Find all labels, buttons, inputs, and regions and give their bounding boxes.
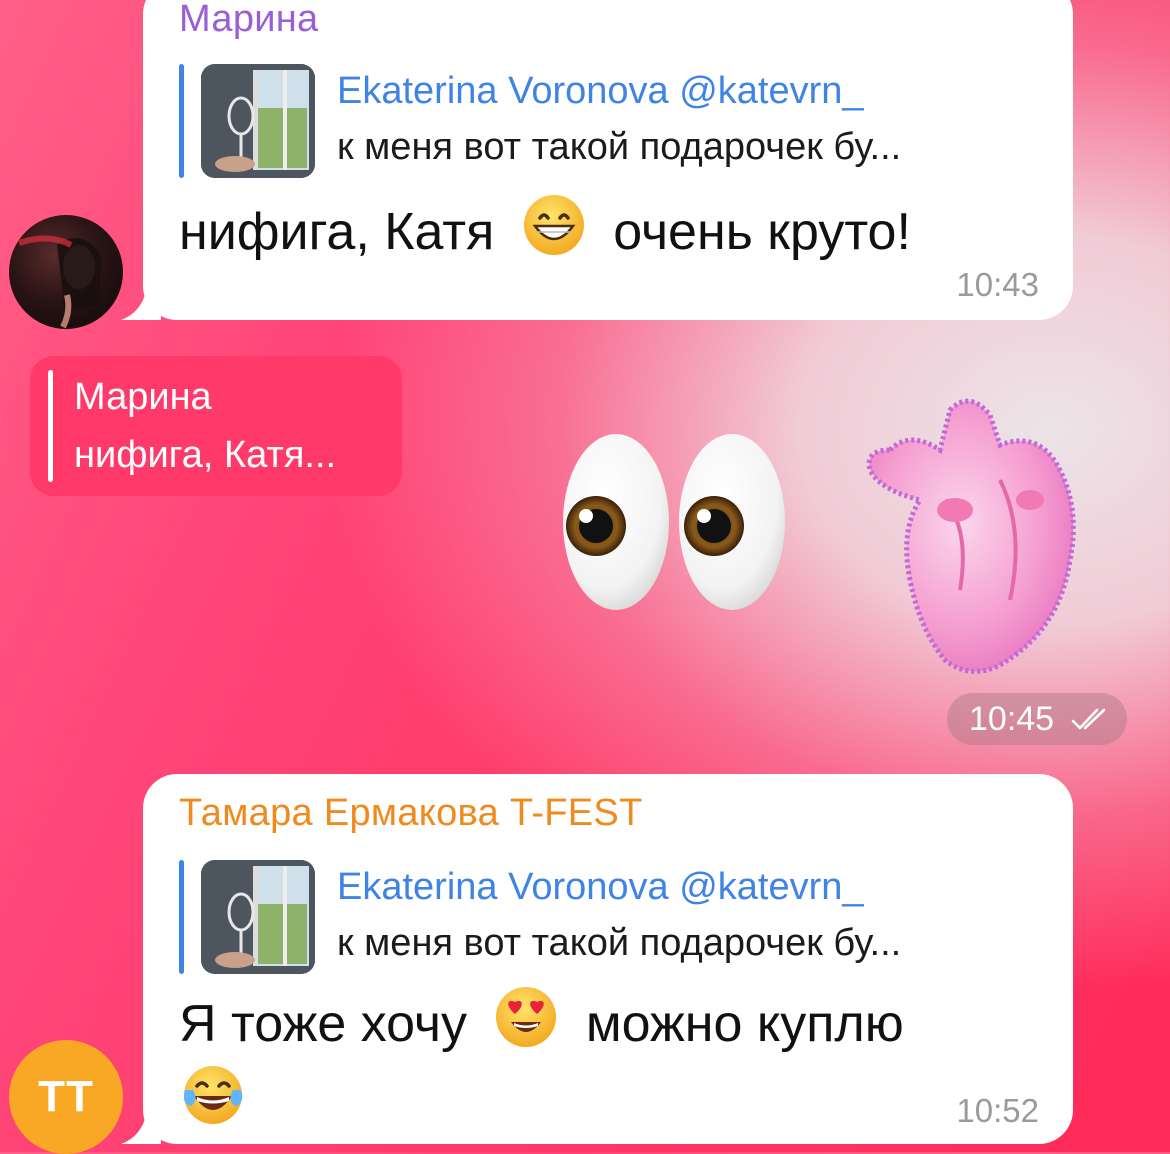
bubble-tail [121,286,161,320]
grinning-face-emoji [523,194,585,269]
message-text-part1: нифига, Катя [179,203,495,262]
message-time: 10:43 [956,266,1039,303]
reply-chip[interactable]: Марина нифига, Катя... [30,356,402,496]
avatar-tamara[interactable]: ТТ [9,1040,123,1154]
eyes-sticker[interactable] [560,430,800,615]
message-text-part2: очень круто! [613,203,911,262]
eyes-icon [563,434,785,610]
reply-thumbnail [201,64,315,178]
message-time: 10:52 [956,1092,1039,1129]
avatar-marina[interactable] [9,215,123,329]
reply-text: к меня вот такой подарочек бу... [337,126,902,168]
message-text-part2: можно куплю [585,995,904,1054]
sender-name[interactable]: Марина [179,0,319,41]
reply-bar [179,860,184,974]
tears-of-joy-emoji [181,1064,245,1131]
sender-name[interactable]: Тамара Ермакова T-FEST [179,792,643,835]
avatar-photo [18,235,101,329]
message-text-part1: Я тоже хочу [179,995,468,1054]
anatomical-heart-icon [866,398,1076,674]
read-check-icon [1071,708,1106,730]
reply-author: Ekaterina Voronova @katevrn_ [337,866,864,908]
message-bubble-3[interactable]: Тамара Ермакова T-FEST Ekaterina Voronov… [121,774,1073,1144]
message-text: нифига, Катя очень круто! [179,195,911,273]
avatar-initials: ТТ [38,1072,94,1121]
reply-chip-text: нифига, Катя... [74,434,337,476]
bubble-tail [121,1110,161,1144]
heart-eyes-emoji [495,986,557,1061]
message-time: 10:45 [969,700,1055,738]
message-text: Я тоже хочу можно куплю [179,987,904,1065]
reply-thumbnail [201,860,315,974]
heart-sticker[interactable] [850,390,1090,680]
reply-preview[interactable]: Ekaterina Voronova @katevrn_ к меня вот … [179,860,1039,976]
reply-chip-author: Марина [74,376,212,418]
reply-author: Ekaterina Voronova @katevrn_ [337,70,864,112]
reply-preview[interactable]: Ekaterina Voronova @katevrn_ к меня вот … [179,64,1039,180]
reply-bar [179,64,184,178]
reply-text: к меня вот такой подарочек бу... [337,922,902,964]
time-pill: 10:45 [947,693,1127,745]
reply-chip-bar [48,370,53,482]
message-bubble-1[interactable]: Марина Ekaterina Voronova @katevrn_ к ме… [121,0,1073,320]
